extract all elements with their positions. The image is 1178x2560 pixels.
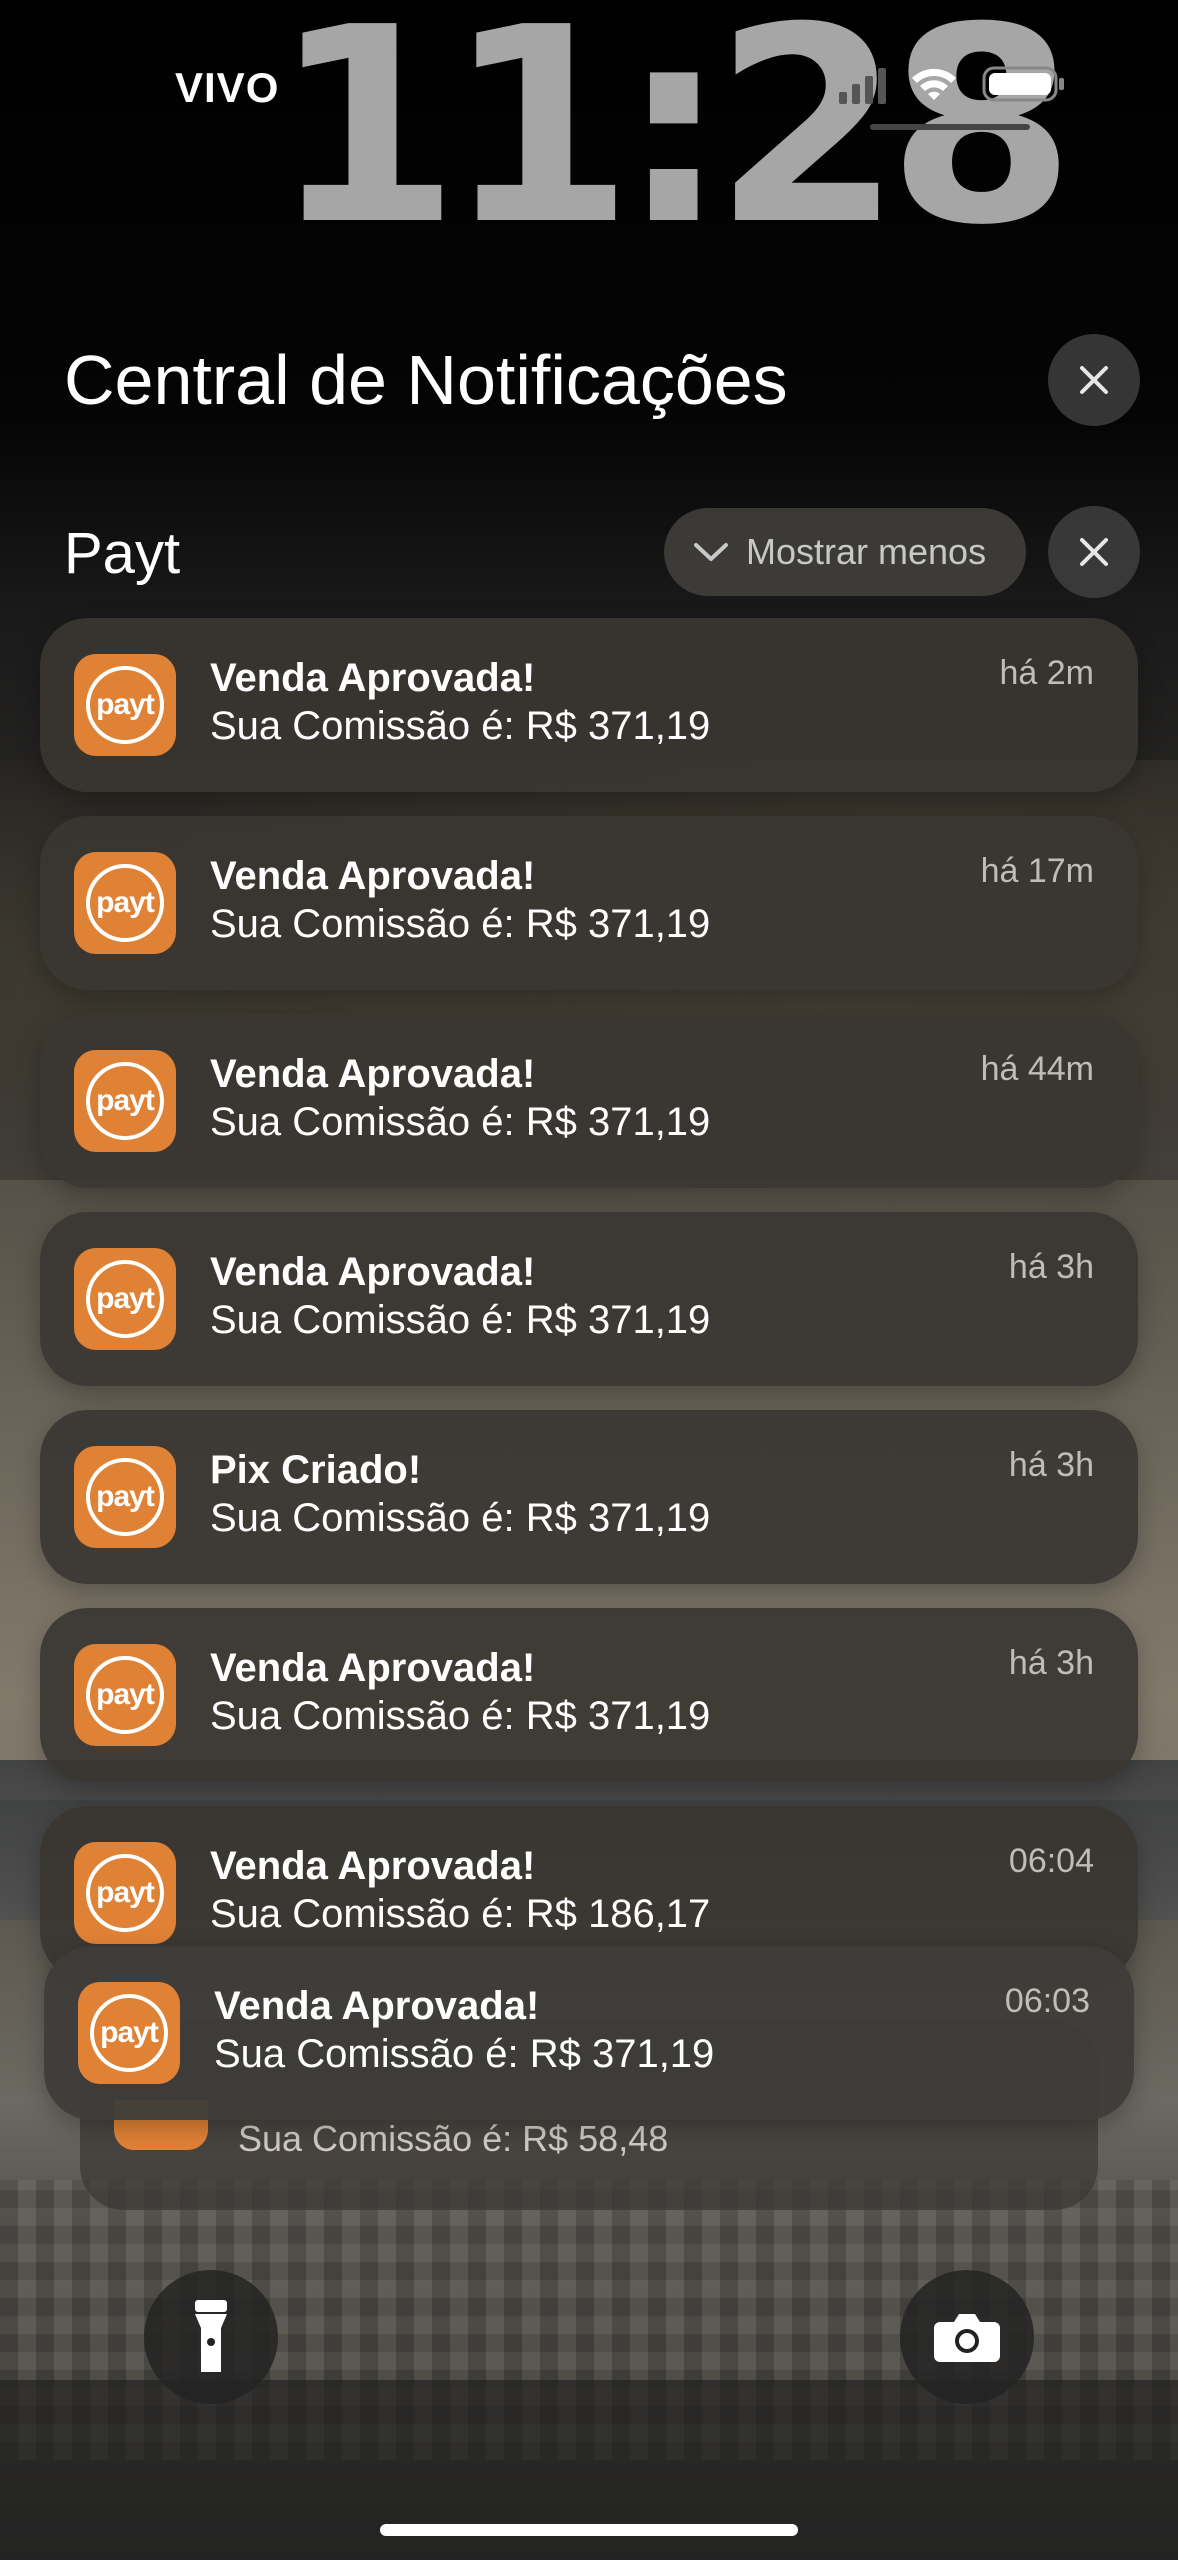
notification-time: há 2m xyxy=(999,654,1095,692)
notification-time: há 17m xyxy=(980,852,1094,890)
payt-logo-icon: payt xyxy=(86,1458,164,1536)
payt-logo-icon: payt xyxy=(90,1994,168,2072)
payt-app-icon: payt xyxy=(74,654,176,756)
notification-card[interactable]: payt Venda Aprovada! Sua Comissão é: R$ … xyxy=(40,1212,1138,1386)
chevron-down-icon xyxy=(694,543,728,561)
payt-logo-icon: payt xyxy=(86,1854,164,1932)
clear-all-button[interactable] xyxy=(1048,334,1140,426)
notification-body: Sua Comissão é: R$ 371,19 xyxy=(210,1100,711,1144)
notification-card[interactable]: payt Venda Aprovada! Sua Comissão é: R$ … xyxy=(44,1946,1134,2120)
app-group-label: Payt xyxy=(64,521,181,586)
payt-logo-icon: payt xyxy=(86,1656,164,1734)
payt-logo-icon: payt xyxy=(86,666,164,744)
notification-body: Sua Comissão é: R$ 371,19 xyxy=(210,1298,711,1342)
notification-time: há 44m xyxy=(980,1050,1094,1088)
notification-title: Pix Criado! xyxy=(210,1448,422,1492)
notification-body: Sua Comissão é: R$ 371,19 xyxy=(210,1496,711,1540)
notification-card[interactable]: payt Pix Criado! Sua Comissão é: R$ 371,… xyxy=(40,1410,1138,1584)
lock-screen-clock: 11:28 xyxy=(272,0,1075,284)
flashlight-button[interactable] xyxy=(144,2270,278,2404)
notification-title: Venda Aprovada! xyxy=(210,1646,536,1690)
notification-center-title: Central de Notificações xyxy=(64,341,788,419)
status-icons xyxy=(839,64,1066,104)
payt-logo-icon: payt xyxy=(86,864,164,942)
battery-icon xyxy=(982,64,1066,104)
notification-body: Sua Comissão é: R$ 371,19 xyxy=(214,2032,715,2076)
notification-card[interactable]: payt Venda Aprovada! Sua Comissão é: R$ … xyxy=(40,1608,1138,1782)
payt-app-icon: payt xyxy=(74,1248,176,1350)
notification-body: Sua Comissão é: R$ 186,17 xyxy=(210,1892,711,1936)
notification-time: há 3h xyxy=(1008,1248,1094,1286)
notification-title: Venda Aprovada! xyxy=(210,1052,536,1096)
notification-card[interactable]: payt Venda Aprovada! Sua Comissão é: R$ … xyxy=(40,816,1138,990)
payt-logo-icon: payt xyxy=(86,1260,164,1338)
carrier-label: VIVO xyxy=(175,64,280,111)
notification-title: Venda Aprovada! xyxy=(210,854,536,898)
notification-body: Sua Comissão é: R$ 371,19 xyxy=(210,704,711,748)
cellular-signal-icon xyxy=(839,64,886,104)
notification-card[interactable]: payt Venda Aprovada! Sua Comissão é: R$ … xyxy=(40,618,1138,792)
wifi-icon xyxy=(908,64,960,104)
notification-body: Sua Comissão é: R$ 371,19 xyxy=(210,902,711,946)
notification-title: Venda Aprovada! xyxy=(210,1250,536,1294)
status-pull-indicator xyxy=(870,124,1030,130)
clear-group-button[interactable] xyxy=(1048,506,1140,598)
payt-app-icon: payt xyxy=(74,852,176,954)
camera-icon xyxy=(934,2314,1000,2362)
notification-title: Venda Aprovada! xyxy=(214,1984,540,2028)
notification-time: há 3h xyxy=(1008,1644,1094,1682)
payt-app-icon: payt xyxy=(78,1982,180,2084)
payt-app-icon: payt xyxy=(74,1842,176,1944)
close-icon xyxy=(1080,366,1108,394)
payt-app-icon: payt xyxy=(74,1446,176,1548)
home-indicator[interactable] xyxy=(380,2524,798,2536)
notification-body: Sua Comissão é: R$ 58,48 xyxy=(238,2118,669,2159)
payt-logo-icon: payt xyxy=(86,1062,164,1140)
notification-title: Venda Aprovada! xyxy=(210,1844,536,1888)
flashlight-icon xyxy=(195,2300,227,2372)
show-less-button[interactable]: Mostrar menos xyxy=(664,508,1026,596)
notification-title: Venda Aprovada! xyxy=(210,656,536,700)
camera-button[interactable] xyxy=(900,2270,1034,2404)
notification-time: 06:04 xyxy=(1008,1842,1094,1880)
notification-body: Sua Comissão é: R$ 371,19 xyxy=(210,1694,711,1738)
payt-app-icon: payt xyxy=(74,1050,176,1152)
notification-card[interactable]: payt Venda Aprovada! Sua Comissão é: R$ … xyxy=(40,1014,1138,1188)
payt-app-icon: payt xyxy=(74,1644,176,1746)
notification-time: há 3h xyxy=(1008,1446,1094,1484)
show-less-label: Mostrar menos xyxy=(746,531,987,572)
close-icon xyxy=(1080,538,1108,566)
notification-time: 06:03 xyxy=(1004,1982,1090,2020)
